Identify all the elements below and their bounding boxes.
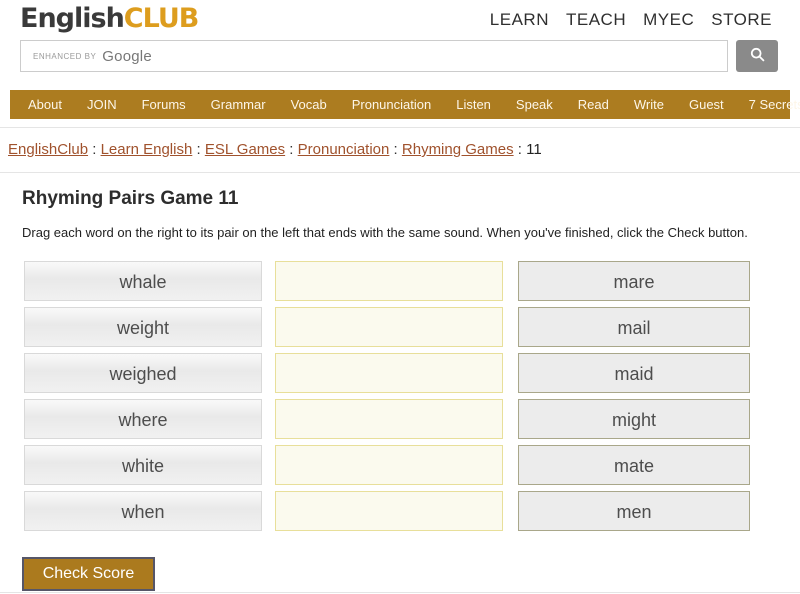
search-button[interactable]	[736, 40, 778, 72]
game-row: whale mare	[0, 261, 800, 301]
logo-text-club: CLUB	[124, 3, 199, 34]
logo-text-english: English	[20, 3, 124, 34]
game-grid: whale mare weight mail weighed maid where might…	[0, 261, 800, 531]
top-nav-myec[interactable]: MYEC	[643, 10, 694, 30]
right-word-tile[interactable]: mail	[518, 307, 750, 347]
breadcrumb-link[interactable]: EnglishClub	[8, 141, 88, 158]
game-row: weighed maid	[0, 353, 800, 393]
instructions-text: Drag each word on the right to its pair …	[22, 225, 800, 240]
breadcrumb-separator: :	[192, 141, 205, 158]
drop-zone[interactable]	[275, 491, 503, 531]
game-row: where might	[0, 399, 800, 439]
drop-zone[interactable]	[275, 307, 503, 347]
main-navbar: About JOIN Forums Grammar Vocab Pronunciation…	[10, 90, 790, 119]
right-word-tile[interactable]: men	[518, 491, 750, 531]
top-nav-teach[interactable]: TEACH	[566, 10, 626, 30]
navbar-item-read[interactable]: Read	[578, 97, 609, 112]
navbar-item-speak[interactable]: Speak	[516, 97, 553, 112]
navbar-item-write[interactable]: Write	[634, 97, 664, 112]
navbar-item-grammar[interactable]: Grammar	[211, 97, 266, 112]
breadcrumb-link[interactable]: ESL Games	[205, 141, 285, 158]
right-word-tile[interactable]: maid	[518, 353, 750, 393]
page-title: Rhyming Pairs Game 11	[22, 188, 800, 210]
left-word-tile: white	[24, 445, 262, 485]
breadcrumb-link[interactable]: Rhyming Games	[402, 141, 514, 158]
breadcrumb-separator: :	[88, 141, 101, 158]
navbar-item-listen[interactable]: Listen	[456, 97, 491, 112]
breadcrumb-current: 11	[526, 141, 542, 158]
left-word-tile: whale	[24, 261, 262, 301]
navbar-item-join[interactable]: JOIN	[87, 97, 117, 112]
navbar-item-vocab[interactable]: Vocab	[291, 97, 327, 112]
left-word-tile: weight	[24, 307, 262, 347]
search-input[interactable]: ENHANCED BY Google	[20, 40, 728, 72]
navbar-item-pronunciation[interactable]: Pronunciation	[352, 97, 432, 112]
divider-breadcrumb	[0, 172, 800, 173]
divider-bottom	[0, 592, 800, 593]
game-row: white mate	[0, 445, 800, 485]
game-row: when men	[0, 491, 800, 531]
breadcrumb: EnglishClub : Learn English : ESL Games …	[0, 128, 800, 172]
right-word-tile[interactable]: mate	[518, 445, 750, 485]
top-nav-store[interactable]: STORE	[711, 10, 772, 30]
google-brand-label: Google	[102, 48, 152, 65]
top-nav: LEARN TEACH MYEC STORE	[490, 4, 772, 30]
drop-zone[interactable]	[275, 445, 503, 485]
left-word-tile: when	[24, 491, 262, 531]
drop-zone[interactable]	[275, 399, 503, 439]
breadcrumb-link[interactable]: Pronunciation	[298, 141, 390, 158]
navbar-item-forums[interactable]: Forums	[142, 97, 186, 112]
top-nav-learn[interactable]: LEARN	[490, 10, 549, 30]
site-logo[interactable]: EnglishCLUB	[20, 4, 198, 34]
left-word-tile: weighed	[24, 353, 262, 393]
drop-zone[interactable]	[275, 353, 503, 393]
search-bar: ENHANCED BY Google	[0, 36, 800, 72]
drop-zone[interactable]	[275, 261, 503, 301]
game-row: weight mail	[0, 307, 800, 347]
breadcrumb-link[interactable]: Learn English	[101, 141, 193, 158]
left-word-tile: where	[24, 399, 262, 439]
right-word-tile[interactable]: mare	[518, 261, 750, 301]
navbar-item-guest[interactable]: Guest	[689, 97, 724, 112]
site-header: EnglishCLUB LEARN TEACH MYEC STORE	[0, 0, 800, 36]
breadcrumb-separator: :	[285, 141, 298, 158]
navbar-item-about[interactable]: About	[28, 97, 62, 112]
navbar-item-7-secrets[interactable]: 7 Secrets	[749, 97, 800, 112]
right-word-tile[interactable]: might	[518, 399, 750, 439]
breadcrumb-separator: :	[514, 141, 527, 158]
breadcrumb-separator: :	[389, 141, 402, 158]
enhanced-by-label: ENHANCED BY	[33, 52, 96, 61]
check-score-button[interactable]: Check Score	[22, 557, 155, 591]
search-icon	[750, 47, 765, 65]
